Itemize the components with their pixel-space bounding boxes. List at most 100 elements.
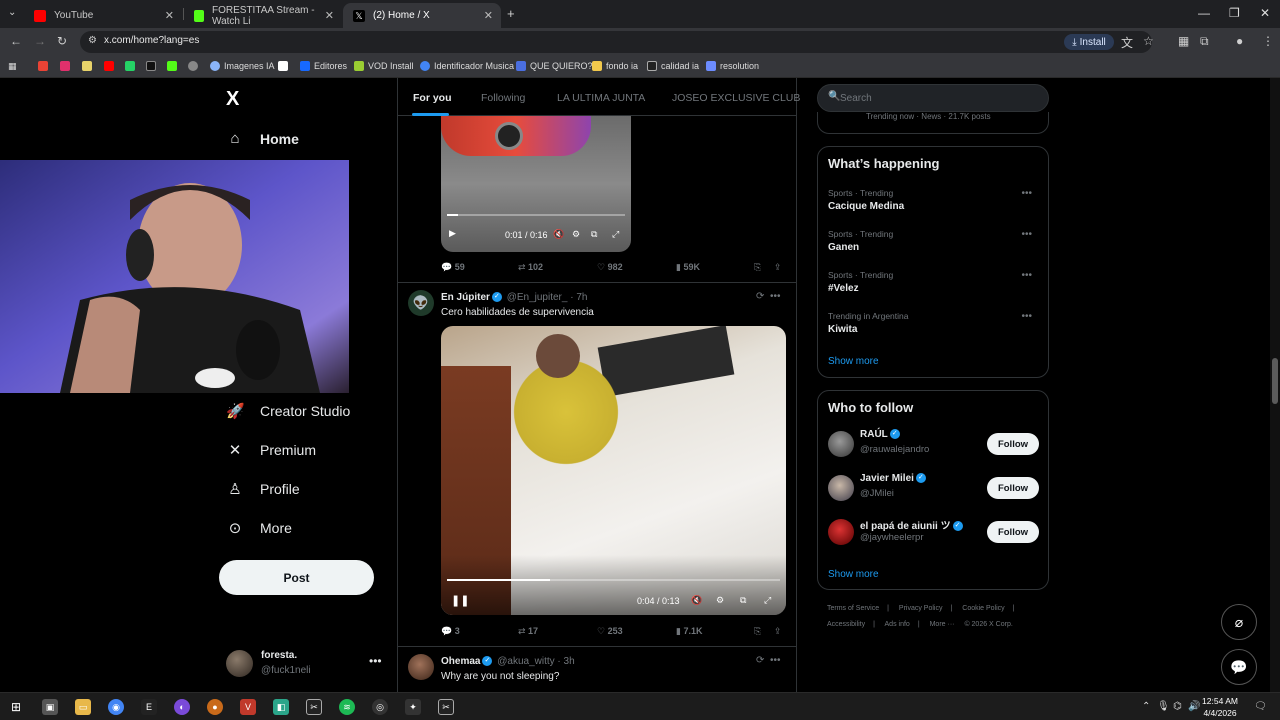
follow-button[interactable]: Follow xyxy=(987,477,1039,499)
repost-button[interactable]: ⇄ 102 xyxy=(518,262,543,273)
follow-suggestion[interactable]: Javier Milei ✓ @JMilei Follow xyxy=(828,473,1040,505)
bookmark-icon[interactable]: ⎘ xyxy=(754,262,761,273)
grok-icon[interactable]: ⌀ xyxy=(1221,604,1257,640)
views-button[interactable]: ▮ 7.1K xyxy=(676,626,702,637)
restore-icon[interactable]: ❐ xyxy=(1229,6,1240,20)
show-more-link[interactable]: Show more xyxy=(828,569,879,580)
nav-premium[interactable]: ✕ Premium xyxy=(226,441,316,459)
close-tab-icon[interactable]: ✕ xyxy=(325,9,334,22)
views-button[interactable]: ▮ 59K xyxy=(676,262,700,273)
more-dots-icon[interactable]: ••• xyxy=(1021,270,1032,281)
youtube-bookmark-icon[interactable] xyxy=(104,61,114,71)
kick-bookmark-icon[interactable] xyxy=(167,61,177,71)
app-icon[interactable]: ● xyxy=(207,699,223,715)
task-view-icon[interactable]: ▣ xyxy=(42,699,58,715)
nav-creator-studio[interactable]: 🚀 Creator Studio xyxy=(226,402,350,420)
bookmark-icon[interactable]: ⎘ xyxy=(754,626,761,637)
more-dots-icon[interactable]: ••• xyxy=(1021,229,1032,240)
repost-button[interactable]: ⇄ 17 xyxy=(518,626,538,637)
obs-icon[interactable]: ◎ xyxy=(372,699,388,715)
footer-terms-link[interactable]: Terms of Service xyxy=(827,605,879,612)
spotify-icon[interactable]: ≋ xyxy=(339,699,355,715)
footer-more-link[interactable]: More ··· xyxy=(930,621,955,628)
instagram-icon[interactable] xyxy=(60,61,70,71)
apps-grid-icon[interactable]: ▦ xyxy=(8,61,17,72)
epic-games-icon[interactable]: E xyxy=(141,699,157,715)
more-dots-icon[interactable]: ••• xyxy=(1021,311,1032,322)
tab-for-you[interactable]: For you xyxy=(413,92,452,104)
settings-icon[interactable]: ⚙ xyxy=(572,229,580,240)
file-explorer-icon[interactable]: ▭ xyxy=(75,699,91,715)
bookmark-imagenes-ia[interactable]: Imagenes IA xyxy=(210,61,275,71)
settings-icon[interactable]: ⚙ xyxy=(716,595,724,606)
grok-icon[interactable]: ⟳ xyxy=(756,291,764,302)
more-dots-icon[interactable]: ••• xyxy=(369,654,382,668)
notion-icon[interactable] xyxy=(278,61,288,71)
microphone-icon[interactable]: 🎙 xyxy=(1157,701,1170,712)
trend-item[interactable]: Sports · Trending #Velez ••• xyxy=(828,270,1040,294)
bookmark-star-icon[interactable]: ☆ xyxy=(1143,34,1154,48)
mute-icon[interactable]: 🔇 xyxy=(691,595,702,606)
follow-suggestion[interactable]: RAÚL ✓ @rauwalejandro Follow xyxy=(828,429,1040,461)
x-logo-icon[interactable]: X xyxy=(226,88,239,111)
follow-button[interactable]: Follow xyxy=(987,521,1039,543)
start-icon[interactable]: ⊞ xyxy=(8,699,24,715)
minimize-icon[interactable]: — xyxy=(1198,6,1210,20)
install-app-button[interactable]: ⤓ Install xyxy=(1064,34,1114,50)
share-icon[interactable]: ⇪ xyxy=(774,262,782,273)
tray-chevron-icon[interactable]: ⌃ xyxy=(1142,701,1150,712)
notification-icon[interactable]: 🗨 xyxy=(1254,701,1267,712)
nav-more[interactable]: ⊙ More xyxy=(226,519,292,537)
nav-profile[interactable]: ♙ Profile xyxy=(226,480,299,498)
pause-icon[interactable]: ❚❚ xyxy=(451,594,469,607)
trend-item[interactable]: Trending in Argentina Kiwita ••• xyxy=(828,311,1040,335)
follow-button[interactable]: Follow xyxy=(987,433,1039,455)
play-icon[interactable]: ▶ xyxy=(449,228,456,239)
translate-icon[interactable]: 文 xyxy=(1121,34,1133,51)
bookmark-fondo-ia[interactable]: fondo ia xyxy=(592,61,638,71)
avatar[interactable] xyxy=(408,654,434,680)
browser-menu-icon[interactable]: ⋮ xyxy=(1262,34,1274,48)
more-dots-icon[interactable]: ••• xyxy=(770,655,781,666)
bookmark-que-quiero[interactable]: QUE QUIERO? xyxy=(516,61,593,71)
globe-icon[interactable] xyxy=(188,61,198,71)
bookmark-resolution[interactable]: resolution xyxy=(706,61,759,71)
bookmark-editores[interactable]: Editores xyxy=(300,61,347,71)
chrome-icon[interactable]: ◉ xyxy=(108,699,124,715)
network-icon[interactable]: ⌬ xyxy=(1173,701,1182,712)
show-more-link[interactable]: Show more xyxy=(828,356,879,367)
page-scrollbar[interactable] xyxy=(1270,78,1280,692)
fullscreen-icon[interactable]: ⤢ xyxy=(612,229,619,240)
tab-search-icon[interactable]: ⌄ xyxy=(8,7,16,18)
video-progress-bar[interactable] xyxy=(447,579,780,581)
bookmark-icon[interactable] xyxy=(82,61,92,71)
like-button[interactable]: ♡ 982 xyxy=(597,262,623,273)
tab-following[interactable]: Following xyxy=(481,92,525,104)
app-icon[interactable]: ✦ xyxy=(405,699,421,715)
more-dots-icon[interactable]: ••• xyxy=(770,291,781,302)
trending-card-partial[interactable]: Trending now · News · 21.7K posts xyxy=(817,112,1049,134)
tab-youtube[interactable]: YouTube ✕ xyxy=(24,3,182,28)
profile-avatar-icon[interactable]: ● xyxy=(1236,34,1243,48)
more-dots-icon[interactable]: ••• xyxy=(1021,188,1032,199)
close-tab-icon[interactable]: ✕ xyxy=(484,9,493,22)
reload-icon[interactable]: ↻ xyxy=(57,34,67,48)
site-info-icon[interactable]: ⚙ xyxy=(88,35,97,46)
bookmark-vod-install[interactable]: VOD Install xyxy=(354,61,414,71)
capcut-icon[interactable]: ✂ xyxy=(438,699,454,715)
taskbar-clock[interactable]: 12:54 AM 4/4/2026 xyxy=(1195,695,1245,719)
trend-item[interactable]: Sports · Trending Cacique Medina ••• xyxy=(828,188,1040,212)
post-author-name[interactable]: En Júpiter xyxy=(441,292,490,303)
bookmark-calidad-ia[interactable]: calidad ia xyxy=(647,61,699,71)
app-icon[interactable]: ◧ xyxy=(273,699,289,715)
like-button[interactable]: ♡ 253 xyxy=(597,626,623,637)
follow-suggestion[interactable]: el papá de aiunii ツ ✓ @jaywheelerpr Follo… xyxy=(828,517,1040,549)
app-icon[interactable]: ◐ xyxy=(174,699,190,715)
back-icon[interactable]: ← xyxy=(10,34,22,48)
footer-privacy-link[interactable]: Privacy Policy xyxy=(899,605,943,612)
grok-icon[interactable]: ⟳ xyxy=(756,655,764,666)
address-bar[interactable]: ⚙ x.com/home?lang=es xyxy=(80,31,1152,53)
fullscreen-icon[interactable]: ⤢ xyxy=(764,595,771,606)
share-icon[interactable]: ⇪ xyxy=(774,626,782,637)
tab-joseo-exclusive-club[interactable]: JOSEO EXCLUSIVE CLUB xyxy=(672,92,800,104)
